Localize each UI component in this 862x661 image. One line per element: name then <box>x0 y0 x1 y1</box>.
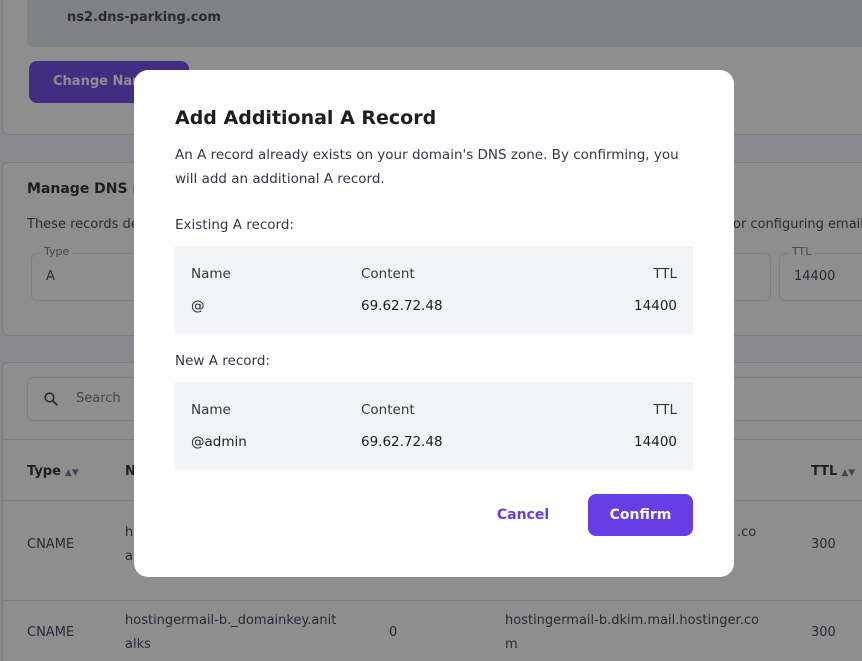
new-record-box: Name Content TTL @admin 69.62.72.48 1440… <box>175 382 693 470</box>
add-a-record-dialog: Add Additional A Record An A record alre… <box>134 70 734 577</box>
existing-ttl-value: 14400 <box>634 298 677 314</box>
new-name-header: Name <box>191 402 231 418</box>
existing-content-value: 69.62.72.48 <box>361 298 443 314</box>
new-ttl-header: TTL <box>653 402 677 418</box>
new-content-header: Content <box>361 402 415 418</box>
dialog-description: An A record already exists on your domai… <box>175 147 679 187</box>
new-ttl-value: 14400 <box>634 434 677 450</box>
confirm-button[interactable]: Confirm <box>588 494 693 536</box>
new-record-label: New A record: <box>175 353 270 369</box>
existing-name-header: Name <box>191 266 231 282</box>
cancel-button[interactable]: Cancel <box>480 494 566 536</box>
existing-record-label: Existing A record: <box>175 217 294 233</box>
existing-content-header: Content <box>361 266 415 282</box>
existing-record-box: Name Content TTL @ 69.62.72.48 14400 <box>175 246 693 334</box>
new-content-value: 69.62.72.48 <box>361 434 443 450</box>
new-name-value: @admin <box>191 434 247 450</box>
existing-ttl-header: TTL <box>653 266 677 282</box>
dialog-title: Add Additional A Record <box>175 107 437 129</box>
existing-name-value: @ <box>191 298 205 314</box>
